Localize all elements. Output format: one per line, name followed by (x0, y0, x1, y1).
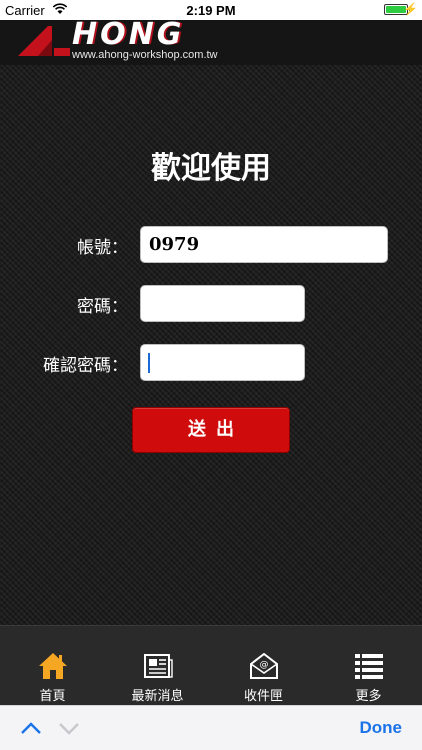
submit-button[interactable]: 送出 (132, 407, 290, 453)
account-label: 帳號： (77, 238, 128, 258)
confirm-password-label: 確認密碼： (43, 356, 128, 376)
logo-url: www.ahong-workshop.com.tw (72, 49, 218, 61)
password-label: 密碼： (77, 297, 128, 317)
newspaper-icon (143, 654, 173, 678)
chevron-down-icon[interactable] (58, 718, 80, 738)
tab-more-label: 更多 (355, 689, 382, 704)
text-caret (148, 353, 150, 373)
home-icon (38, 653, 67, 679)
tab-news[interactable]: 最新消息 (105, 626, 210, 706)
more-list-icon (354, 654, 383, 679)
keyboard-accessory-bar: Done (0, 705, 422, 750)
password-input[interactable] (140, 285, 305, 322)
bottom-tab-bar: 首頁 最新消息 @ 收件匣 更多 (0, 625, 422, 705)
status-time: 2:19 PM (186, 3, 236, 18)
done-button[interactable]: Done (360, 718, 403, 738)
svg-text:@: @ (259, 660, 268, 670)
charging-bolt-icon: ⚡ (403, 2, 418, 16)
inbox-icon: @ (249, 652, 278, 679)
logo-text: HONG (72, 17, 185, 52)
page-title: 歡迎使用 (151, 151, 271, 186)
chevron-up-icon[interactable] (20, 718, 42, 738)
account-input[interactable]: 0979 (140, 226, 388, 263)
app-header: HONG www.ahong-workshop.com.tw (0, 17, 422, 65)
status-bar: Carrier 2:19 PM ⚡ (0, 0, 422, 20)
tab-home-label: 首頁 (39, 689, 66, 704)
tab-home[interactable]: 首頁 (0, 626, 105, 706)
logo-triangle-icon (18, 26, 70, 56)
tab-inbox[interactable]: @ 收件匣 (211, 626, 316, 706)
account-input-value: 0979 (149, 234, 200, 255)
tab-news-label: 最新消息 (131, 689, 184, 704)
confirm-password-input[interactable] (140, 344, 305, 381)
tab-more[interactable]: 更多 (316, 626, 421, 706)
main-content: 歡迎使用 帳號： 0979 密碼： 確認密碼： 送出 (0, 65, 422, 625)
tab-inbox-label: 收件匣 (243, 689, 283, 704)
